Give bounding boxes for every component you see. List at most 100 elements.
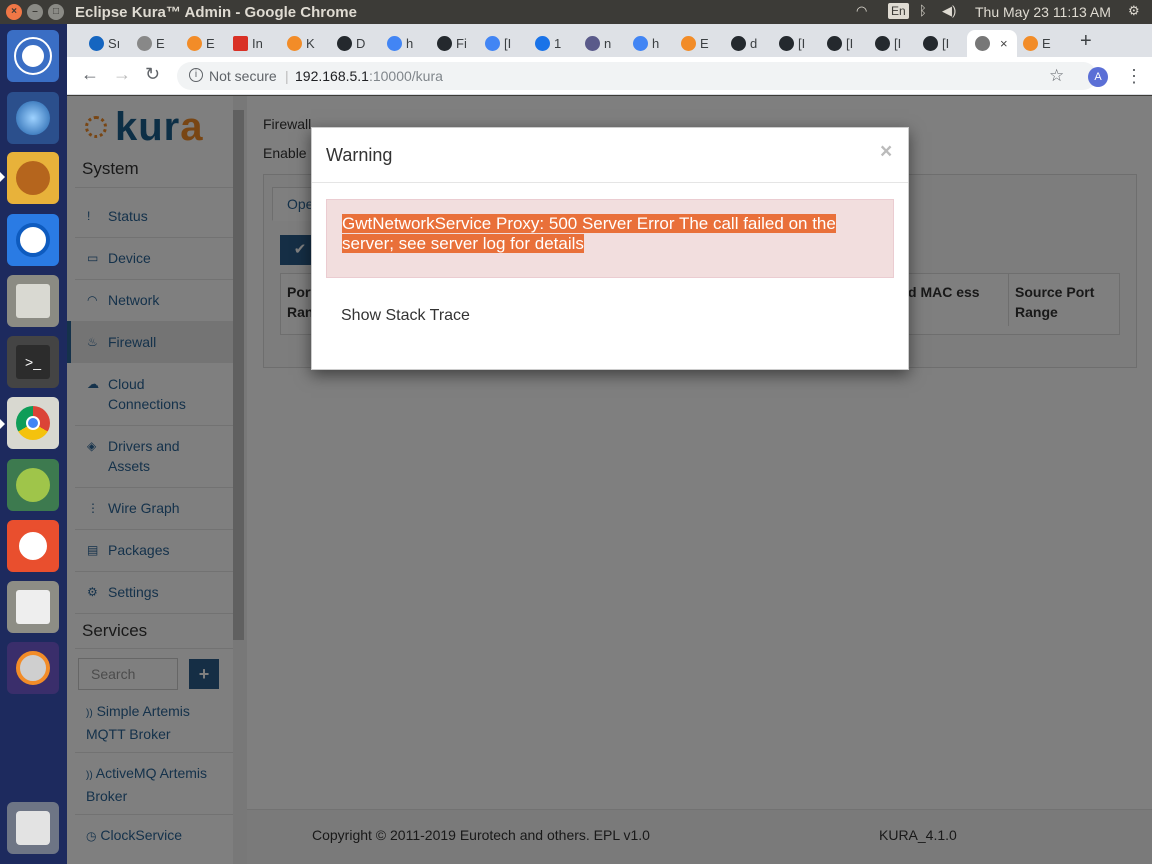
tab-label: In [252, 36, 263, 51]
terminal-icon[interactable]: >_ [7, 336, 59, 388]
running-indicator [0, 419, 5, 429]
wifi-icon[interactable]: ◠ [856, 3, 867, 19]
url-host: 192.168.5.1 [295, 68, 369, 84]
tab-label: E [156, 36, 165, 51]
address-separator: | [285, 68, 289, 84]
browser-tab-strip: Sı E E In K D h Fi [I 1 n h E d [I [I [I… [67, 24, 1152, 57]
github-favicon-icon [827, 36, 842, 51]
system-top-bar: × – □ Eclipse Kura™ Admin - Google Chrom… [0, 0, 1152, 24]
browser-tab-active[interactable]: × [967, 30, 1017, 57]
browser-tab[interactable]: [I [779, 30, 805, 57]
warning-dialog: Warning × GwtNetworkService Proxy: 500 S… [311, 127, 909, 370]
close-icon[interactable]: × [880, 140, 892, 164]
github-favicon-icon [437, 36, 452, 51]
browser-tab[interactable]: Fi [437, 30, 467, 57]
window-minimize-button[interactable]: – [27, 4, 43, 20]
back-arrow-icon[interactable]: ← [81, 64, 99, 85]
bluetooth-icon[interactable]: ᛒ [919, 3, 927, 18]
browser-tab[interactable]: d [731, 30, 757, 57]
github-favicon-icon [779, 36, 794, 51]
browser-tab[interactable]: h [387, 30, 413, 57]
genie-app-icon[interactable] [7, 152, 59, 204]
tab-label: [I [894, 36, 902, 51]
tab-favicon-icon [137, 36, 152, 51]
reload-icon[interactable]: ↻ [145, 64, 160, 85]
browser-tab[interactable]: E [187, 30, 215, 57]
browser-tab[interactable]: K [287, 30, 315, 57]
dialog-title: Warning [326, 145, 393, 165]
eclipse-ide-icon[interactable] [7, 92, 59, 144]
browser-tab[interactable]: [I [827, 30, 853, 57]
browser-tab[interactable]: In [233, 30, 263, 57]
calculator-icon[interactable] [7, 581, 59, 633]
github-favicon-icon [875, 36, 890, 51]
tab-close-icon[interactable]: × [1000, 36, 1008, 51]
tab-label: n [604, 36, 612, 51]
tab-favicon-icon [1023, 36, 1038, 51]
window-maximize-button[interactable]: □ [48, 4, 64, 20]
browser-tab[interactable]: E [137, 30, 165, 57]
browser-tab[interactable]: [I [875, 30, 901, 57]
tab-label: h [406, 36, 414, 51]
url-text[interactable]: 192.168.5.1:10000/kura [295, 68, 443, 84]
forward-arrow-icon[interactable]: → [113, 64, 131, 85]
tab-label: d [750, 36, 758, 51]
gmail-favicon-icon [233, 36, 248, 51]
url-path: :10000/kura [368, 68, 443, 84]
settings-gear-icon[interactable]: ⚙ [1128, 3, 1140, 19]
postman-icon[interactable] [7, 520, 59, 572]
clock[interactable]: Thu May 23 11:13 AM [975, 4, 1111, 20]
tab-favicon-icon [287, 36, 302, 51]
browser-tab[interactable]: h [633, 30, 659, 57]
browser-tab[interactable]: n [585, 30, 611, 57]
github-favicon-icon [731, 36, 746, 51]
tab-favicon-icon [535, 36, 550, 51]
system-settings-icon[interactable] [7, 642, 59, 694]
input-language-indicator[interactable]: En [888, 3, 909, 19]
chrome-icon[interactable] [7, 397, 59, 449]
tab-favicon-icon [681, 36, 696, 51]
error-alert: GwtNetworkService Proxy: 500 Server Erro… [326, 199, 894, 278]
tab-label: K [306, 36, 315, 51]
trash-icon[interactable] [7, 802, 59, 854]
dialog-header: Warning × [312, 128, 908, 183]
browser-tab[interactable]: Sı [89, 30, 120, 57]
security-status[interactable]: Not secure [209, 68, 277, 84]
tab-label: h [652, 36, 660, 51]
tab-favicon-icon [585, 36, 600, 51]
browser-tab[interactable]: [I [485, 30, 511, 57]
tab-label: D [356, 36, 366, 51]
github-favicon-icon [923, 36, 938, 51]
tab-label: E [700, 36, 709, 51]
teamviewer-icon[interactable] [7, 214, 59, 266]
tab-label: [I [504, 36, 512, 51]
tab-label: E [1042, 36, 1051, 51]
browser-tab[interactable]: D [337, 30, 365, 57]
tab-label: E [206, 36, 215, 51]
browser-tab[interactable]: 1 [535, 30, 561, 57]
unity-launcher: >_ [0, 24, 67, 864]
address-bar[interactable]: i Not secure | 192.168.5.1:10000/kura [177, 62, 1097, 90]
error-message[interactable]: GwtNetworkService Proxy: 500 Server Erro… [342, 214, 836, 253]
info-icon[interactable]: i [189, 68, 203, 82]
browser-tab[interactable]: E [681, 30, 709, 57]
profile-avatar[interactable]: A [1088, 67, 1108, 87]
volume-icon[interactable]: ◀) [942, 3, 956, 19]
window-close-button[interactable]: × [6, 4, 22, 20]
browser-tab[interactable]: E [1023, 30, 1051, 57]
google-favicon-icon [633, 36, 648, 51]
tab-label: [I [846, 36, 854, 51]
bookmark-star-icon[interactable]: ☆ [1049, 66, 1064, 86]
tab-label: 1 [554, 36, 562, 51]
tab-label: Sı [108, 36, 121, 51]
ubuntu-dash-icon[interactable] [7, 30, 59, 82]
android-studio-icon[interactable] [7, 459, 59, 511]
files-icon[interactable] [7, 275, 59, 327]
browser-tab[interactable]: [I [923, 30, 949, 57]
show-stack-trace-link[interactable]: Show Stack Trace [341, 307, 470, 325]
more-menu-icon[interactable]: ⋮ [1125, 66, 1143, 87]
google-favicon-icon [485, 36, 500, 51]
running-indicator [0, 172, 5, 182]
window-title: Eclipse Kura™ Admin - Google Chrome [75, 4, 357, 21]
new-tab-button[interactable]: + [1080, 30, 1092, 53]
